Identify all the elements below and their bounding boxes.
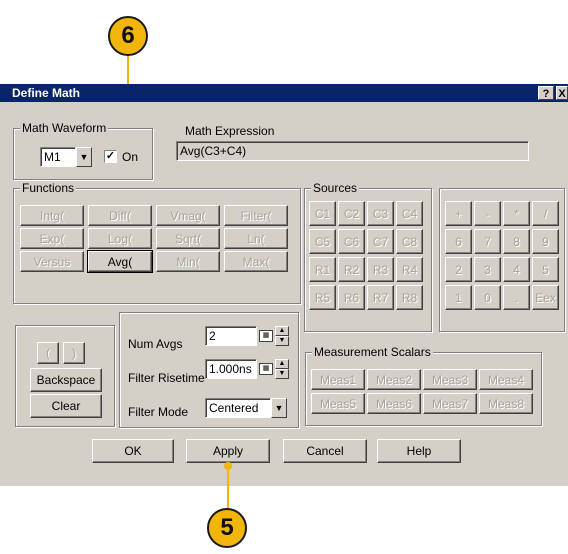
meas-button-meas5[interactable]: Meas5 [311,393,365,414]
keypad-button-5[interactable]: 5 [532,257,559,282]
filter-mode-select[interactable]: Centered [205,398,271,418]
meas-button-meas3[interactable]: Meas3 [423,369,477,390]
source-button-c2[interactable]: C2 [338,201,365,226]
num-avgs-input[interactable]: 2 [205,326,257,346]
on-checkbox-label: On [122,150,139,164]
sources-label: Sources [311,181,360,195]
keypad-button-eex[interactable]: Eex [532,285,559,310]
source-button-c6[interactable]: C6 [338,229,365,254]
dialog-title: Define Math [12,86,81,100]
clear-button[interactable]: Clear [30,394,102,418]
title-bar: Define Math ? X [0,84,568,102]
keypad-button-[interactable]: - [474,201,501,226]
help-icon[interactable]: ? [538,86,554,100]
meas-button-meas4[interactable]: Meas4 [479,369,533,390]
function-button-avg[interactable]: Avg( [87,250,153,273]
keypad-button-[interactable]: + [445,201,472,226]
callout-5-leader [227,466,229,508]
meas-button-meas1[interactable]: Meas1 [311,369,365,390]
function-button-filter[interactable]: Filter( [224,205,288,226]
keypad-icon[interactable]: ▦ [259,330,273,342]
source-button-r5[interactable]: R5 [309,285,336,310]
meas-button-meas2[interactable]: Meas2 [367,369,421,390]
measurement-scalars-label: Measurement Scalars [312,345,433,359]
backspace-button[interactable]: Backspace [30,368,102,392]
source-button-c8[interactable]: C8 [396,229,423,254]
functions-label: Functions [20,181,77,195]
math-expression-field[interactable]: Avg(C3+C4) [176,141,529,161]
keypad-button-4[interactable]: 4 [503,257,530,282]
keypad-button-[interactable]: * [503,201,530,226]
chevron-down-icon[interactable]: ▼ [76,147,92,167]
open-paren-button[interactable]: ( [37,342,59,364]
source-button-c4[interactable]: C4 [396,201,423,226]
math-waveform-label: Math Waveform [20,121,109,135]
callout-5-number: 5 [220,514,234,541]
meas-button-meas6[interactable]: Meas6 [367,393,421,414]
close-icon[interactable]: X [556,86,568,100]
keypad-button-1[interactable]: 1 [445,285,472,310]
callout-6-number: 6 [121,22,135,49]
function-button-diff[interactable]: Diff( [88,205,152,226]
keypad-button-6[interactable]: 6 [445,229,472,254]
close-paren-button[interactable]: ) [63,342,85,364]
source-button-c5[interactable]: C5 [309,229,336,254]
on-checkbox[interactable]: ✓ [104,150,117,163]
source-button-c7[interactable]: C7 [367,229,394,254]
math-expression-label: Math Expression [185,124,275,138]
filter-risetime-up-icon[interactable]: ▲ [275,359,289,369]
callout-6-badge: 6 [108,16,148,56]
keypad-button-3[interactable]: 3 [474,257,501,282]
function-button-intg[interactable]: Intg( [20,205,84,226]
apply-button[interactable]: Apply [186,439,270,463]
source-button-r2[interactable]: R2 [338,257,365,282]
function-button-ln[interactable]: Ln( [224,228,288,249]
chevron-down-icon[interactable]: ▼ [271,398,287,418]
source-button-r6[interactable]: R6 [338,285,365,310]
keypad-button-[interactable]: / [532,201,559,226]
filter-risetime-label: Filter Risetime [128,371,205,385]
keypad-icon[interactable]: ▦ [259,363,273,375]
filter-risetime-down-icon[interactable]: ▼ [275,369,289,379]
keypad-button-0[interactable]: 0 [474,285,501,310]
help-button[interactable]: Help [377,439,461,463]
num-avgs-up-icon[interactable]: ▲ [275,326,289,336]
source-button-r7[interactable]: R7 [367,285,394,310]
callout-5-badge: 5 [207,508,247,548]
function-button-max[interactable]: Max( [224,251,288,272]
num-avgs-down-icon[interactable]: ▼ [275,336,289,346]
ok-button[interactable]: OK [92,439,174,463]
source-button-c3[interactable]: C3 [367,201,394,226]
filter-mode-label: Filter Mode [128,405,189,419]
function-button-vmag[interactable]: Vmag( [156,205,220,226]
keypad-button-8[interactable]: 8 [503,229,530,254]
function-button-exp[interactable]: Exp( [20,228,84,249]
source-button-r8[interactable]: R8 [396,285,423,310]
keypad-button-[interactable]: . [503,285,530,310]
source-button-c1[interactable]: C1 [309,201,336,226]
cancel-button[interactable]: Cancel [283,439,367,463]
keypad-button-2[interactable]: 2 [445,257,472,282]
keypad-button-7[interactable]: 7 [474,229,501,254]
meas-button-meas7[interactable]: Meas7 [423,393,477,414]
filter-risetime-input[interactable]: 1.000ns [205,359,257,379]
function-button-sqrt[interactable]: Sqrt( [156,228,220,249]
source-button-r4[interactable]: R4 [396,257,423,282]
math-waveform-select[interactable]: M1 [40,147,76,167]
source-button-r1[interactable]: R1 [309,257,336,282]
function-button-min[interactable]: Min( [156,251,220,272]
source-button-r3[interactable]: R3 [367,257,394,282]
function-button-versus[interactable]: Versus [20,251,84,272]
define-math-dialog: Define Math ? X Math Waveform M1 ▼ ✓ On … [0,84,568,486]
keypad-button-9[interactable]: 9 [532,229,559,254]
num-avgs-label: Num Avgs [128,337,183,351]
meas-button-meas8[interactable]: Meas8 [479,393,533,414]
function-button-log[interactable]: Log( [88,228,152,249]
